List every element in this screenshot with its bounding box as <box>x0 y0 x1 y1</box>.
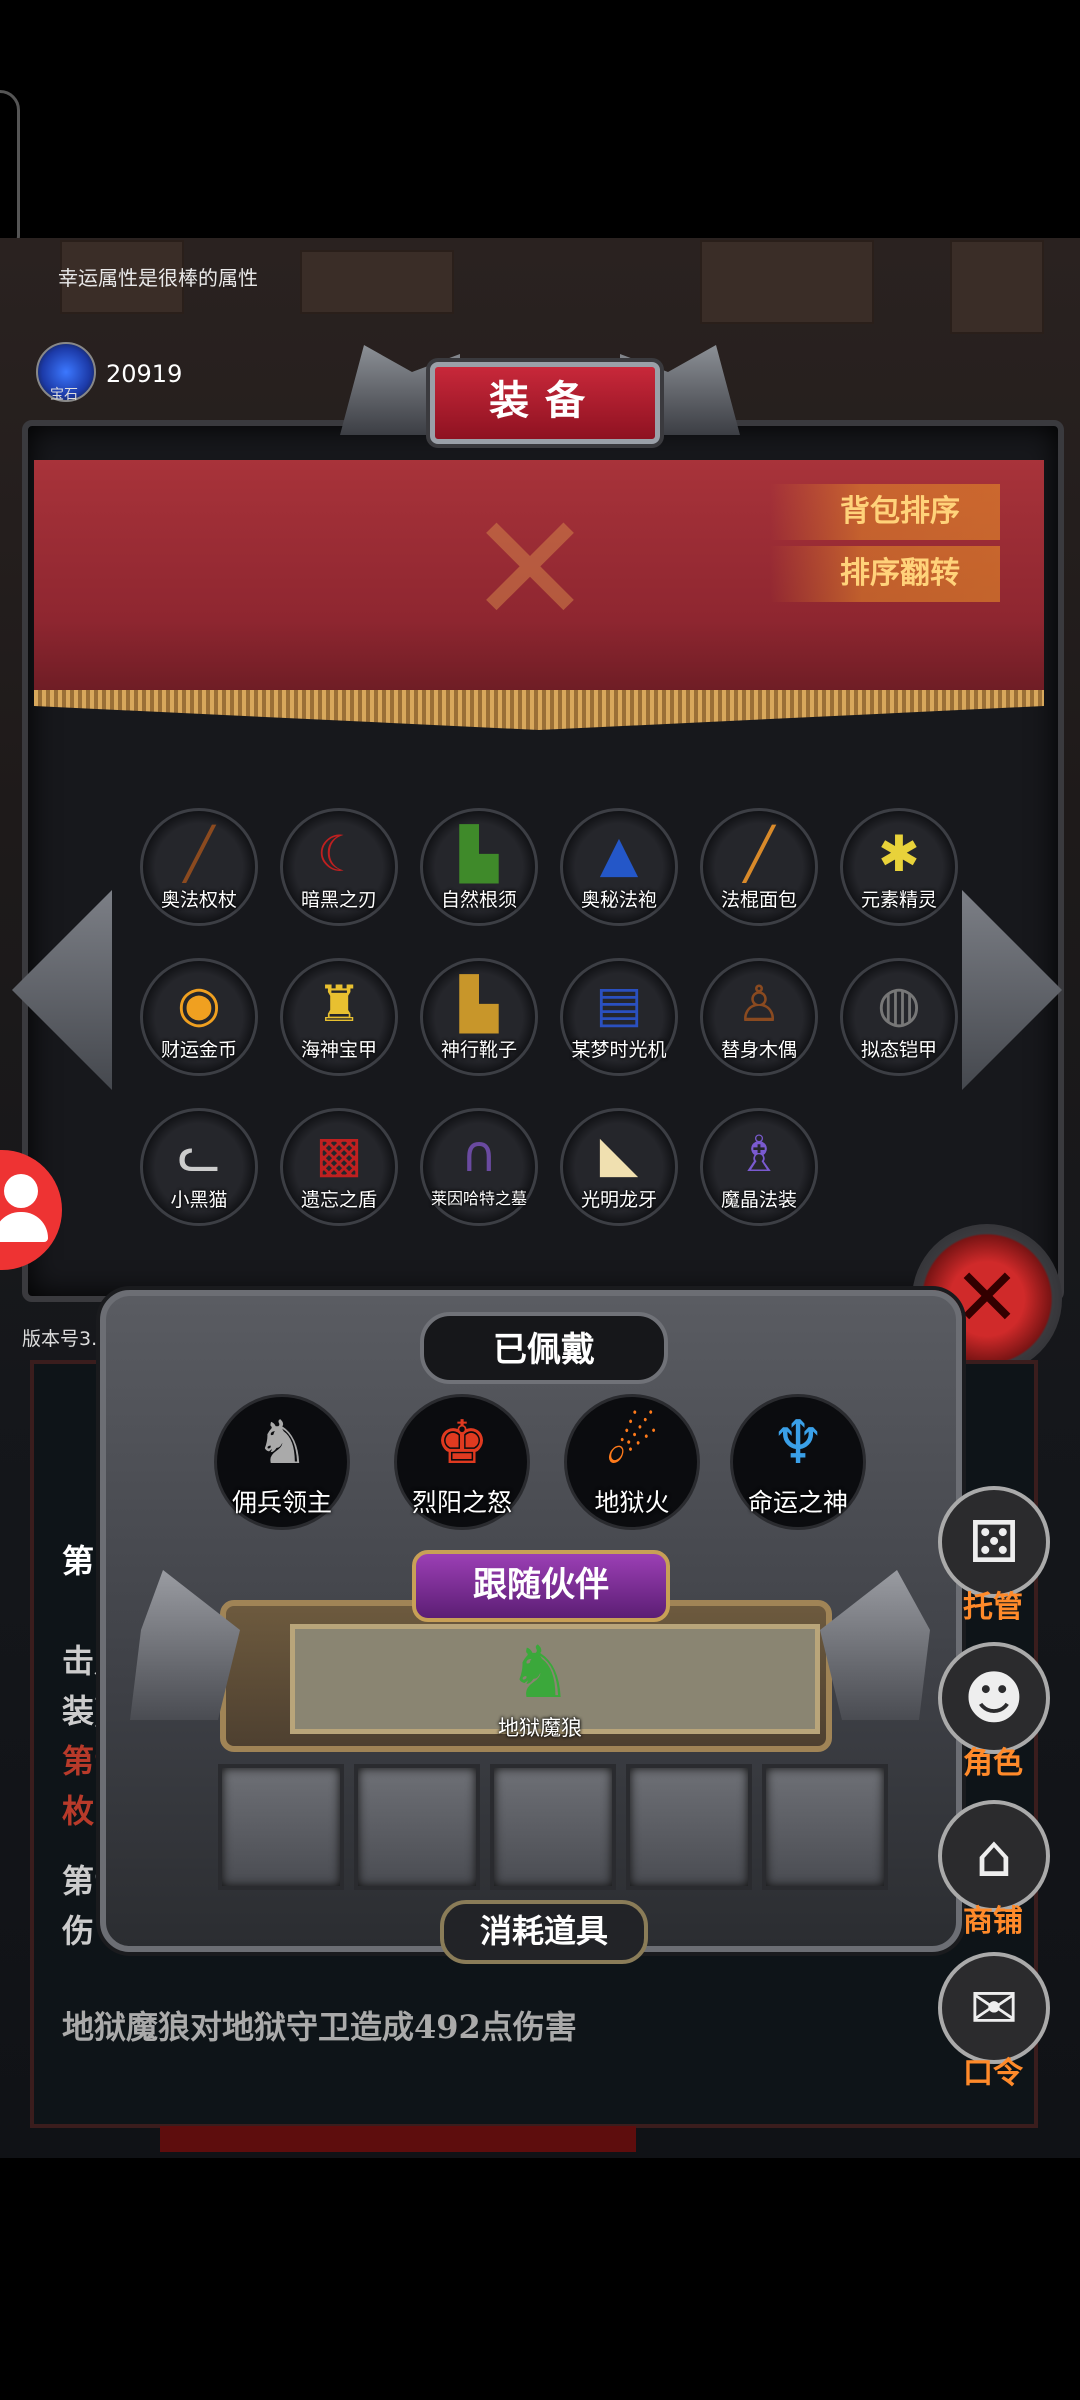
log-line: 伤 <box>62 1912 95 1950</box>
follower-button[interactable]: 跟随伙伴 <box>412 1550 670 1622</box>
inventory-item[interactable]: ∩ 莱因哈特之墓 <box>420 1108 538 1226</box>
cat-icon: ᓚ <box>177 1125 221 1183</box>
inventory-item[interactable]: ᓚ 小黑猫 <box>140 1108 258 1226</box>
person-icon <box>4 1174 38 1208</box>
progress-bar <box>160 2126 636 2152</box>
consumable-slot[interactable] <box>762 1764 888 1890</box>
companion-slot[interactable]: ♞ 地狱魔狼 <box>480 1622 600 1742</box>
inventory-item[interactable]: ☾ 暗黑之刃 <box>280 808 398 926</box>
armor-icon: ♜ <box>316 975 362 1033</box>
inventory-item[interactable]: ▲ 奥秘法袍 <box>560 808 678 926</box>
wall-brick <box>300 250 454 314</box>
wizard-icon: ♗ <box>736 1125 782 1183</box>
inventory-item[interactable]: ♙ 替身木偶 <box>700 958 818 1076</box>
bread-icon: ╱ <box>743 825 775 883</box>
puppet-icon: ♙ <box>736 975 782 1033</box>
consumable-slot[interactable] <box>354 1764 480 1890</box>
machine-icon: ▤ <box>595 975 643 1033</box>
equipped-item[interactable]: ♚ 烈阳之怒 <box>394 1394 530 1530</box>
tip-text: 幸运属性是很棒的属性 <box>58 266 258 290</box>
consumable-slot[interactable] <box>490 1764 616 1890</box>
gem-label: 宝石 <box>50 387 78 403</box>
blade-icon: ☾ <box>316 825 362 883</box>
wall-brick <box>700 240 874 324</box>
log-line: 枚 <box>62 1792 95 1830</box>
robe-icon: ▲ <box>599 825 639 883</box>
shield-icon: ▩ <box>315 1125 363 1183</box>
fate-icon: ♆ <box>771 1408 825 1478</box>
sort-bag-button[interactable]: 背包排序 <box>770 484 1000 540</box>
consumable-slot[interactable] <box>218 1764 344 1890</box>
inventory-item[interactable]: ♜ 海神宝甲 <box>280 958 398 1076</box>
staff-icon: ╱ <box>183 825 215 883</box>
log-line: 第 <box>62 1542 95 1580</box>
inventory-item[interactable]: ✱ 元素精灵 <box>840 808 958 926</box>
wolf-icon: ♞ <box>507 1630 573 1714</box>
inventory-item[interactable]: ╱ 奥法权杖 <box>140 808 258 926</box>
edge-handle <box>0 90 20 256</box>
knight-icon: ♞ <box>255 1408 309 1478</box>
reverse-sort-button[interactable]: 排序翻转 <box>770 546 1000 602</box>
boots-icon: ▙ <box>459 825 499 883</box>
inventory-item[interactable]: ▙ 神行靴子 <box>420 958 538 1076</box>
inventory-item[interactable]: ♗ 魔晶法装 <box>700 1108 818 1226</box>
status-area <box>0 0 1080 238</box>
consumable-slot[interactable] <box>626 1764 752 1890</box>
log-line: 地狱魔狼对地狱守卫造成492点伤害 <box>62 2008 577 2046</box>
page-title: 装备 <box>489 378 601 424</box>
consumables-label: 消耗道具 <box>440 1900 648 1964</box>
mimic-icon: ◍ <box>877 975 921 1033</box>
equipped-item[interactable]: ♞ 佣兵领主 <box>214 1394 350 1530</box>
fang-icon: ◣ <box>599 1125 639 1183</box>
inventory-item[interactable]: ◍ 拟态铠甲 <box>840 958 958 1076</box>
inventory-item[interactable]: ◣ 光明龙牙 <box>560 1108 678 1226</box>
fireball-icon: ☄ <box>605 1408 659 1478</box>
inventory-item[interactable]: ╱ 法棍面包 <box>700 808 818 926</box>
inventory-item[interactable]: ◉ 财运金币 <box>140 958 258 1076</box>
boots-icon: ▙ <box>459 975 499 1033</box>
equipped-item[interactable]: ♆ 命运之神 <box>730 1394 866 1530</box>
tomb-icon: ∩ <box>460 1125 498 1183</box>
sprite-icon: ✱ <box>878 825 920 883</box>
inventory-item[interactable]: ▤ 某梦时光机 <box>560 958 678 1076</box>
wall-brick <box>950 240 1044 334</box>
sun-icon: ♚ <box>435 1408 489 1478</box>
crossed-swords-icon: ✕ <box>467 483 593 657</box>
equipped-title: 已佩戴 <box>493 1330 595 1370</box>
equipped-item[interactable]: ☄ 地狱火 <box>564 1394 700 1530</box>
inventory-item[interactable]: ▙ 自然根须 <box>420 808 538 926</box>
gem-count: 20919 <box>106 360 183 388</box>
coin-icon: ◉ <box>177 975 221 1033</box>
inventory-item[interactable]: ▩ 遗忘之盾 <box>280 1108 398 1226</box>
